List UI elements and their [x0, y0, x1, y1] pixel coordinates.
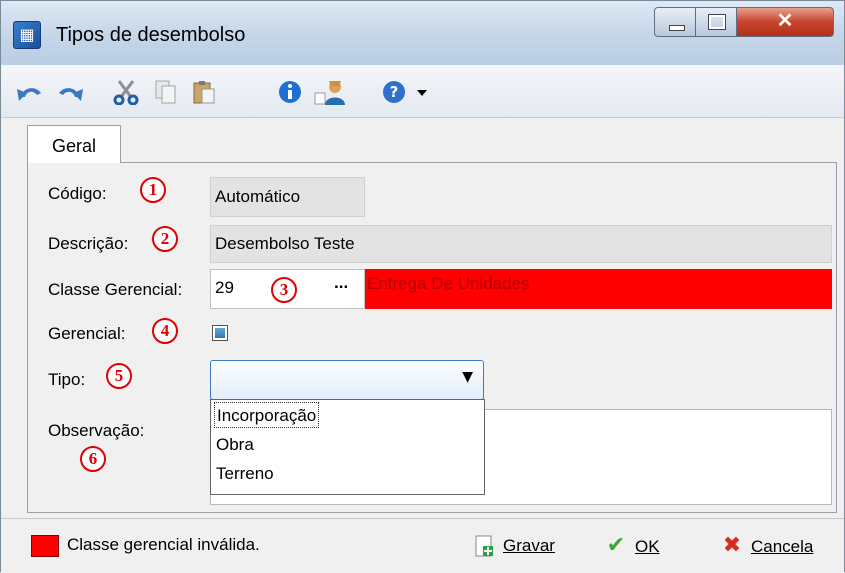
descricao-label: Descrição:	[48, 234, 129, 253]
observacao-label: Observação:	[48, 421, 145, 440]
dialog-window: ▦ Tipos de desembolso ✕ ? Geral Código: …	[0, 0, 845, 573]
dropdown-arrow-icon[interactable]	[413, 79, 431, 105]
invalid-legend-text: Classe gerencial inválida.	[67, 535, 260, 554]
marker-1: 1	[140, 177, 166, 203]
tipo-select[interactable]: ▼	[210, 360, 484, 400]
undo-icon[interactable]	[13, 79, 47, 105]
gerencial-label: Gerencial:	[48, 324, 126, 343]
tab-geral[interactable]: Geral	[27, 125, 121, 163]
ok-button[interactable]: ✔ OK	[605, 533, 660, 559]
tipo-label: Tipo:	[48, 370, 86, 389]
invalid-legend-swatch	[31, 535, 59, 557]
codigo-label: Código:	[48, 184, 107, 203]
paste-icon[interactable]	[187, 79, 221, 105]
tipo-option-incorporacao[interactable]: Incorporação	[214, 402, 320, 428]
ok-label: OK	[635, 537, 660, 556]
classe-gerencial-label: Classe Gerencial:	[48, 280, 183, 299]
tipo-dropdown-list: Incorporação Obra Terreno	[210, 399, 485, 495]
tipo-option-terreno[interactable]: Terreno	[214, 461, 276, 487]
cut-icon[interactable]	[109, 79, 143, 105]
tipo-option-obra[interactable]: Obra	[214, 432, 256, 458]
gravar-label: Gravar	[503, 536, 555, 555]
redo-icon[interactable]	[53, 79, 87, 105]
app-icon: ▦	[13, 21, 41, 49]
marker-4: 4	[152, 318, 178, 344]
lookup-button[interactable]: ...	[334, 273, 348, 293]
maximize-button[interactable]	[695, 7, 737, 37]
toolbar: ?	[1, 65, 844, 118]
svg-text:?: ?	[390, 83, 399, 101]
classe-gerencial-name: Entrega De Unidades	[365, 269, 832, 309]
codigo-field: Automático	[210, 177, 365, 217]
title-bar[interactable]: ▦ Tipos de desembolso ✕	[1, 1, 844, 65]
window-title: Tipos de desembolso	[56, 24, 246, 46]
marker-3: 3	[271, 277, 297, 303]
gerencial-checkbox[interactable]	[212, 325, 228, 341]
minimize-button[interactable]	[654, 7, 696, 37]
marker-5: 5	[106, 363, 132, 389]
info-icon[interactable]	[273, 79, 307, 105]
marker-2: 2	[152, 226, 178, 252]
save-icon	[475, 535, 493, 557]
cancela-label: Cancela	[751, 537, 814, 556]
check-icon: ✔	[606, 533, 626, 558]
copy-icon[interactable]	[149, 79, 183, 105]
user-properties-icon[interactable]	[311, 79, 353, 105]
cancel-x-icon: ✖	[722, 533, 742, 558]
help-icon[interactable]: ?	[379, 79, 409, 105]
chevron-down-icon: ▼	[462, 369, 473, 385]
marker-6: 6	[80, 446, 106, 472]
close-button[interactable]: ✕	[736, 7, 834, 37]
cancela-button[interactable]: ✖ Cancela	[721, 533, 814, 559]
gravar-button[interactable]: Gravar	[473, 533, 555, 559]
footer-bar: Classe gerencial inválida. Gravar ✔ OK ✖ C…	[1, 518, 844, 573]
descricao-field[interactable]: Desembolso Teste	[210, 225, 832, 263]
